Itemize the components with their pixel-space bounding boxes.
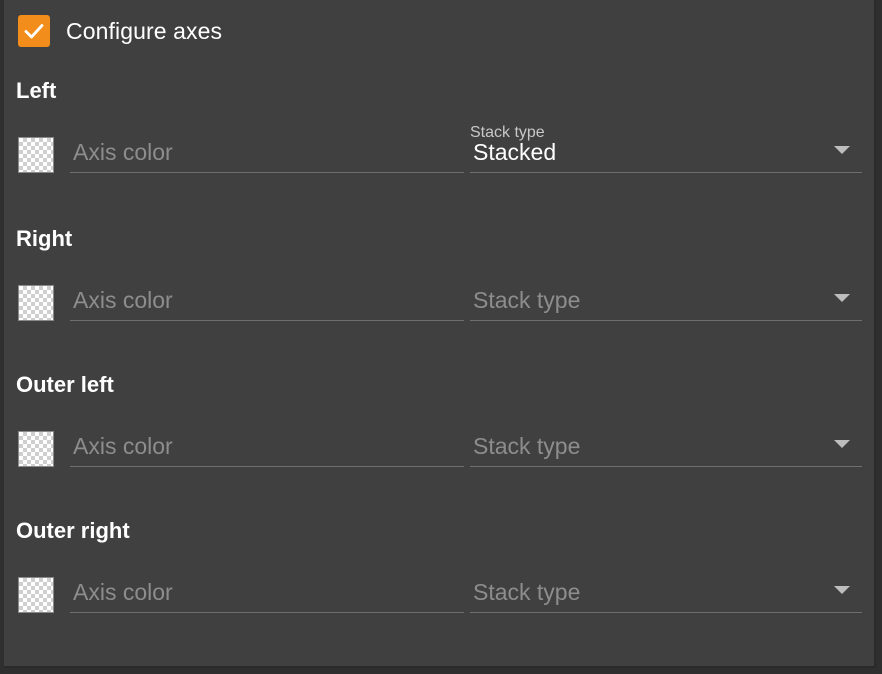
stack-type-select-right[interactable]: Stack type: [470, 278, 862, 321]
axis-color-placeholder-outer-left: Axis color: [73, 433, 173, 459]
checkmark-icon: [24, 24, 44, 39]
axis-section-outer-left: Outer left Axis color Stack type: [16, 372, 864, 518]
axis-section-left: Left Axis color Stack type Stacked: [16, 78, 864, 224]
caret-down-icon[interactable]: [834, 440, 850, 448]
axis-color-placeholder-outer-right: Axis color: [73, 579, 173, 605]
section-title-left: Left: [16, 78, 57, 103]
stack-type-placeholder-outer-left: Stack type: [473, 433, 581, 459]
section-title-outer-left: Outer left: [16, 372, 114, 397]
stack-type-value-left: Stacked: [473, 139, 557, 165]
axis-color-swatch-right[interactable]: [18, 285, 54, 321]
configure-axes-toggle[interactable]: Configure axes: [18, 14, 222, 48]
axes-config-panel: Configure axes Left Axis color Stack typ…: [4, 0, 876, 668]
section-title-right: Right: [16, 226, 73, 251]
axis-color-field-right[interactable]: Axis color: [70, 278, 464, 321]
axis-color-field-outer-right[interactable]: Axis color: [70, 570, 464, 613]
stack-type-select-outer-right[interactable]: Stack type: [470, 570, 862, 613]
stack-type-placeholder-right: Stack type: [473, 287, 581, 313]
axis-section-outer-right: Outer right Axis color Stack type: [16, 518, 864, 664]
stack-type-select-left[interactable]: Stack type Stacked: [470, 124, 862, 173]
axis-color-placeholder-right: Axis color: [73, 287, 173, 313]
axis-color-field-left[interactable]: Axis color: [70, 130, 464, 173]
axis-section-right: Right Axis color Stack type: [16, 226, 864, 372]
axis-color-placeholder-left: Axis color: [73, 139, 173, 165]
configure-axes-label: Configure axes: [66, 17, 223, 44]
axis-color-swatch-outer-left[interactable]: [18, 431, 54, 467]
stack-type-select-outer-left[interactable]: Stack type: [470, 424, 862, 467]
axis-color-field-outer-left[interactable]: Axis color: [70, 424, 464, 467]
axis-color-swatch-outer-right[interactable]: [18, 577, 54, 613]
section-title-outer-right: Outer right: [16, 518, 130, 543]
caret-down-icon[interactable]: [834, 146, 850, 154]
configure-axes-checkbox[interactable]: [18, 15, 50, 47]
stack-type-placeholder-outer-right: Stack type: [473, 579, 581, 605]
caret-down-icon[interactable]: [834, 586, 850, 594]
axis-color-swatch-left[interactable]: [18, 137, 54, 173]
caret-down-icon[interactable]: [834, 294, 850, 302]
